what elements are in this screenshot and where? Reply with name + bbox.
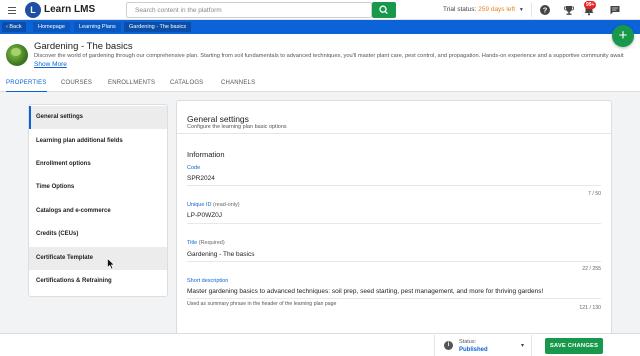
code-char-count: 7 / 50 bbox=[588, 191, 601, 197]
save-changes-button[interactable]: SAVE CHANGES bbox=[545, 338, 603, 354]
trophy-icon[interactable] bbox=[563, 4, 575, 16]
title-label: Title (Required) bbox=[187, 240, 225, 246]
unique-id-label: Unique ID (read-only) bbox=[187, 202, 240, 208]
title-field[interactable]: Gardening - The basics bbox=[187, 251, 254, 258]
breadcrumb-homepage[interactable]: Homepage bbox=[33, 22, 70, 32]
breadcrumb: ‹ Back Homepage Learning Plans Gardening… bbox=[0, 20, 640, 34]
code-label: Code bbox=[187, 165, 201, 171]
unique-id-value: LP-P0WZ0J bbox=[187, 212, 223, 219]
settings-menu: General settings Learning plan additiona… bbox=[28, 104, 168, 297]
menu-item-certificate-template[interactable]: Certificate Template bbox=[29, 246, 167, 270]
tab-courses[interactable]: COURSES bbox=[61, 80, 92, 92]
svg-text:?: ? bbox=[543, 6, 548, 15]
help-icon[interactable]: ? bbox=[539, 4, 551, 16]
short-description-hint: Used as summary phrase in the header of … bbox=[187, 301, 337, 307]
logo-icon[interactable]: L bbox=[25, 2, 41, 18]
app-name[interactable]: Learn LMS bbox=[44, 4, 95, 15]
search-input[interactable] bbox=[127, 3, 371, 17]
info-icon: i bbox=[444, 341, 453, 350]
menu-item-time-options[interactable]: Time Options bbox=[29, 176, 167, 199]
back-button[interactable]: ‹ Back bbox=[2, 22, 26, 32]
panel-header: General settings Configure the learning … bbox=[177, 101, 611, 134]
panel-subtitle: Configure the learning plan basic option… bbox=[187, 124, 287, 130]
description-char-count: 121 / 130 bbox=[579, 305, 601, 311]
notification-badge: 99+ bbox=[584, 1, 597, 9]
code-field[interactable]: SPR2024 bbox=[187, 175, 215, 182]
search-button[interactable] bbox=[372, 2, 396, 18]
breadcrumb-learning-plans[interactable]: Learning Plans bbox=[74, 22, 121, 32]
menu-icon[interactable] bbox=[8, 5, 16, 15]
learning-plan-header: Gardening - The basics Discover the worl… bbox=[0, 34, 640, 78]
top-bar: L Learn LMS Trial status: 259 days left … bbox=[0, 0, 640, 20]
tab-channels[interactable]: CHANNELS bbox=[221, 80, 255, 92]
menu-item-credits[interactable]: Credits (CEUs) bbox=[29, 223, 167, 246]
general-settings-panel: General settings Configure the learning … bbox=[176, 100, 612, 336]
status-label: Status: bbox=[459, 339, 477, 345]
chevron-down-icon: ▼ bbox=[518, 7, 524, 13]
divider bbox=[187, 223, 601, 224]
divider bbox=[187, 185, 601, 186]
status-dropdown[interactable]: i Status: Published ▾ bbox=[434, 335, 532, 356]
trial-days: 259 days left bbox=[478, 6, 516, 13]
bottom-bar: i Status: Published ▾ SAVE CHANGES bbox=[0, 333, 640, 356]
menu-item-enrollment-options[interactable]: Enrollment options bbox=[29, 153, 167, 176]
show-more-link[interactable]: Show More bbox=[34, 61, 67, 68]
divider bbox=[531, 3, 532, 17]
panel-title: General settings bbox=[187, 114, 249, 124]
status-value: Published bbox=[459, 347, 488, 353]
trial-label: Trial status: bbox=[443, 6, 477, 13]
plus-icon: + bbox=[618, 27, 628, 44]
search-icon bbox=[379, 5, 388, 14]
menu-item-additional-fields[interactable]: Learning plan additional fields bbox=[29, 130, 167, 153]
mouse-cursor-icon bbox=[107, 258, 115, 270]
learning-plan-description: Discover the world of gardening through … bbox=[34, 53, 624, 59]
title-label-text: Title bbox=[187, 240, 198, 246]
short-description-field[interactable]: Master gardening basics to advanced tech… bbox=[187, 288, 543, 295]
divider bbox=[187, 298, 601, 299]
back-label: Back bbox=[9, 24, 22, 30]
unique-id-label-text: Unique ID bbox=[187, 202, 212, 208]
messages-icon[interactable] bbox=[609, 4, 621, 16]
tab-properties[interactable]: PROPERTIES bbox=[6, 80, 47, 92]
menu-item-certifications[interactable]: Certifications & Retraining bbox=[29, 270, 167, 293]
read-only-note: (read-only) bbox=[213, 202, 240, 208]
title-char-count: 22 / 255 bbox=[582, 266, 601, 272]
trial-status[interactable]: Trial status: 259 days left ▼ bbox=[443, 6, 524, 13]
page-title: Gardening - The basics bbox=[34, 41, 133, 52]
divider bbox=[187, 261, 601, 262]
search-field[interactable] bbox=[126, 2, 372, 18]
tab-enrollments[interactable]: ENROLLMENTS bbox=[108, 80, 155, 92]
tab-catalogs[interactable]: CATALOGS bbox=[170, 80, 203, 92]
caret-down-icon: ▾ bbox=[521, 343, 525, 349]
tab-bar: PROPERTIES COURSES ENROLLMENTS CATALOGS … bbox=[0, 78, 640, 92]
short-description-label: Short description bbox=[187, 278, 229, 284]
menu-item-catalogs-ecommerce[interactable]: Catalogs and e-commerce bbox=[29, 200, 167, 223]
section-title: Information bbox=[187, 150, 225, 159]
menu-item-general-settings[interactable]: General settings bbox=[29, 106, 167, 130]
breadcrumb-current: Gardening - The basics bbox=[124, 22, 192, 32]
learning-plan-thumbnail bbox=[6, 44, 28, 66]
chevron-left-icon: ‹ bbox=[6, 24, 8, 30]
add-button[interactable]: + bbox=[612, 25, 634, 47]
required-note: (Required) bbox=[198, 240, 225, 246]
